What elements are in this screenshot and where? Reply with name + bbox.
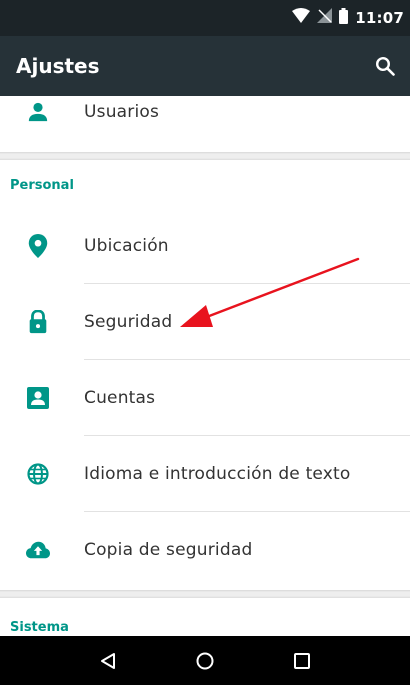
account-box-icon <box>26 386 50 410</box>
status-bar: 11:07 <box>0 0 410 36</box>
section-header-personal: Personal <box>10 178 74 193</box>
location-pin-icon <box>26 234 50 258</box>
globe-icon <box>26 462 50 486</box>
app-toolbar: Ajustes <box>0 36 410 96</box>
navigation-bar <box>0 636 410 685</box>
person-icon <box>26 100 50 124</box>
settings-item-usuarios[interactable]: Usuarios <box>0 96 410 150</box>
settings-item-label: Seguridad <box>84 312 173 332</box>
no-signal-icon <box>317 8 333 28</box>
settings-list[interactable]: Usuarios Personal Ubicación Seguridad Cu… <box>0 96 410 636</box>
settings-item-label: Ubicación <box>84 236 169 256</box>
section-gap <box>0 590 410 598</box>
back-button[interactable] <box>93 646 123 676</box>
back-triangle-icon <box>101 652 116 669</box>
settings-item-label: Usuarios <box>84 102 160 122</box>
search-icon <box>375 56 395 76</box>
home-circle-icon <box>196 652 214 669</box>
lock-icon <box>26 310 50 334</box>
page-title: Ajustes <box>16 54 100 78</box>
home-button[interactable] <box>190 646 220 676</box>
cloud-upload-icon <box>26 538 50 562</box>
settings-item-seguridad[interactable]: Seguridad <box>0 284 410 360</box>
wifi-icon <box>292 8 311 28</box>
settings-item-copia[interactable]: Copia de seguridad <box>0 512 410 588</box>
recents-button[interactable] <box>287 646 317 676</box>
search-button[interactable] <box>372 53 398 79</box>
settings-item-ubicacion[interactable]: Ubicación <box>0 208 410 284</box>
section-gap <box>0 152 410 160</box>
battery-icon <box>339 7 349 29</box>
settings-item-label: Idioma e introducción de texto <box>84 464 351 484</box>
settings-item-idioma[interactable]: Idioma e introducción de texto <box>0 436 410 512</box>
settings-item-label: Copia de seguridad <box>84 540 253 560</box>
settings-item-cuentas[interactable]: Cuentas <box>0 360 410 436</box>
status-time: 11:07 <box>355 9 404 27</box>
section-header-sistema: Sistema <box>10 620 69 635</box>
recents-square-icon <box>293 652 310 669</box>
settings-item-label: Cuentas <box>84 388 156 408</box>
